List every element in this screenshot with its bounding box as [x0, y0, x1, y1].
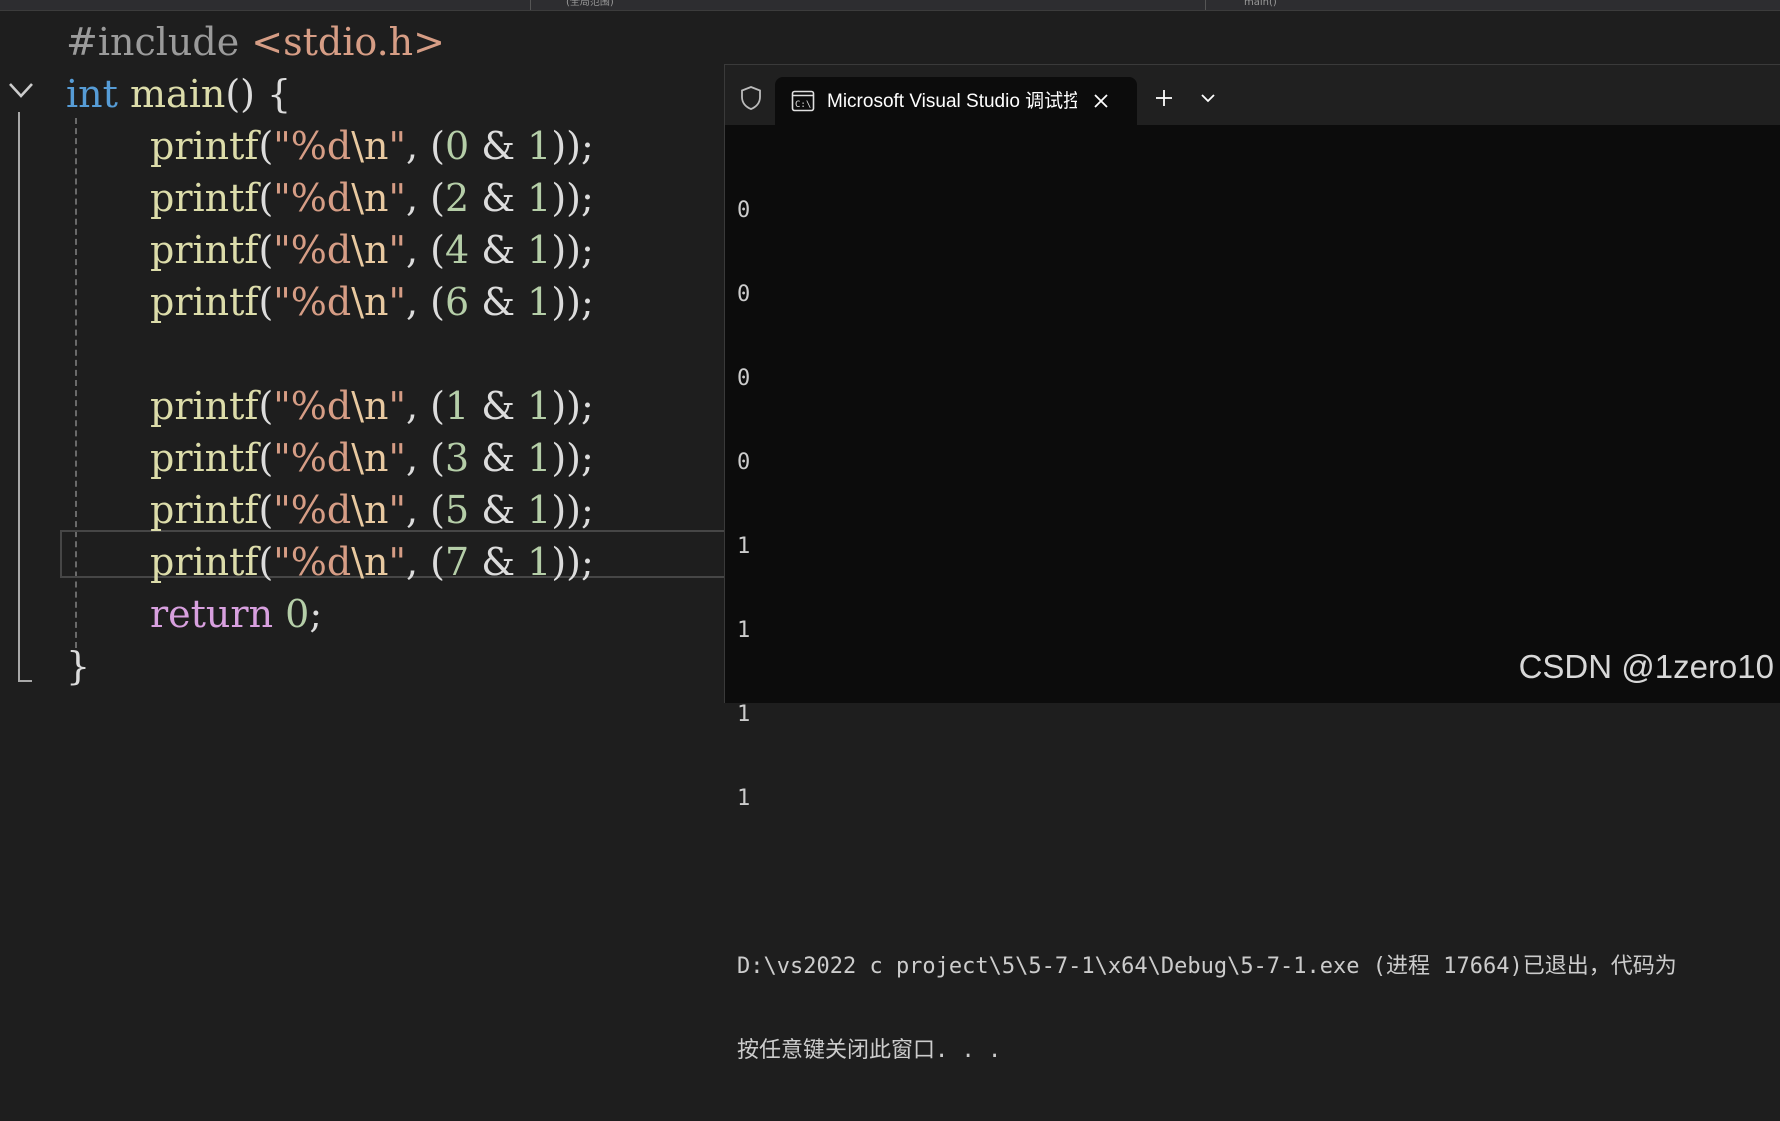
- exit-message: D:\vs2022 c project\5\5-7-1\x64\Debug\5-…: [737, 954, 1677, 979]
- keyword-int: int: [66, 72, 118, 116]
- printf-call: printf: [150, 176, 259, 220]
- output-line: 1: [737, 618, 751, 643]
- semicolon: ;: [309, 592, 323, 636]
- escape-sequence: \n: [351, 124, 389, 168]
- code-line-include: #include <stdio.h>: [66, 16, 445, 68]
- operand-right: 1: [527, 124, 552, 168]
- code-line-main: int main() {: [66, 68, 291, 120]
- output-line: 0: [737, 198, 751, 223]
- format-string: "%d: [273, 176, 352, 220]
- output-line: 0: [737, 450, 751, 475]
- operand-left: 7: [444, 540, 470, 584]
- operand-left: 0: [444, 124, 470, 168]
- format-string-end: ": [388, 280, 406, 324]
- operand-left: 4: [444, 228, 470, 272]
- operand-right: 1: [527, 280, 552, 324]
- main-signature-punctuation: () {: [225, 72, 292, 116]
- operand-left: 6: [444, 280, 470, 324]
- press-key-message: 按任意键关闭此窗口. . .: [737, 1038, 1002, 1063]
- terminal-tab-bar: C:\ Microsoft Visual Studio 调试控制台: [725, 65, 1780, 125]
- fold-guide-end: [18, 680, 32, 682]
- escape-sequence: \n: [351, 488, 389, 532]
- tab-debug-console[interactable]: C:\ Microsoft Visual Studio 调试控制台: [775, 77, 1137, 125]
- output-line: 1: [737, 702, 751, 727]
- fold-chevron-icon[interactable]: [6, 78, 36, 102]
- code-line-printf: printf("%d\n", (4 & 1));: [150, 228, 594, 272]
- format-string: "%d: [273, 488, 352, 532]
- keyword-return: return: [150, 592, 274, 636]
- escape-sequence: \n: [351, 540, 389, 584]
- printf-call: printf: [150, 540, 259, 584]
- printf-call: printf: [150, 488, 259, 532]
- format-string: "%d: [273, 540, 352, 584]
- plus-icon[interactable]: [1153, 87, 1175, 109]
- svg-text:C:\: C:\: [795, 100, 811, 110]
- format-string-end: ": [388, 540, 406, 584]
- escape-sequence: \n: [351, 280, 389, 324]
- watermark: CSDN @1zero10: [1518, 648, 1774, 685]
- operand-right: 1: [527, 488, 552, 532]
- printf-call: printf: [150, 436, 259, 480]
- scope-dropdown[interactable]: (全局范围): [532, 0, 1206, 10]
- operand-right: 1: [527, 436, 552, 480]
- shield-icon: [741, 86, 761, 110]
- include-header: <stdio.h>: [251, 20, 445, 64]
- project-dropdown[interactable]: [0, 0, 531, 10]
- output-line: 0: [737, 282, 751, 307]
- function-name-main: main: [130, 72, 226, 116]
- format-string-end: ": [388, 124, 406, 168]
- printf-call: printf: [150, 280, 259, 324]
- operand-left: 5: [444, 488, 470, 532]
- cmd-icon: C:\: [791, 90, 815, 112]
- operand-left: 2: [444, 176, 470, 220]
- format-string-end: ": [388, 436, 406, 480]
- operand-right: 1: [527, 540, 552, 584]
- debug-console-window[interactable]: C:\ Microsoft Visual Studio 调试控制台 0 0 0 …: [724, 64, 1780, 1063]
- closing-brace: }: [66, 644, 91, 688]
- output-line: 1: [737, 534, 751, 559]
- format-string-end: ": [388, 228, 406, 272]
- preprocessor-directive: #include: [66, 20, 240, 64]
- format-string: "%d: [273, 280, 352, 324]
- format-string-end: ": [388, 488, 406, 532]
- operand-left: 1: [444, 384, 470, 428]
- output-line: 0: [737, 366, 751, 391]
- fold-guide-line: [18, 112, 20, 682]
- printf-call: printf: [150, 124, 259, 168]
- format-string-end: ": [388, 176, 406, 220]
- operand-left: 3: [444, 436, 470, 480]
- printf-call: printf: [150, 384, 259, 428]
- code-line-close-brace: }: [66, 640, 90, 692]
- format-string: "%d: [273, 384, 352, 428]
- tab-title: Microsoft Visual Studio 调试控制台: [827, 91, 1077, 112]
- code-line-printf-current: printf("%d\n", (7 & 1));: [150, 540, 594, 584]
- output-line: 1: [737, 786, 751, 811]
- code-line-printf: printf("%d\n", (2 & 1));: [150, 176, 594, 220]
- format-string-end: ": [388, 384, 406, 428]
- return-value: 0: [285, 592, 310, 636]
- escape-sequence: \n: [351, 176, 389, 220]
- code-line-printf: printf("%d\n", (6 & 1));: [150, 280, 594, 324]
- code-line-printf: printf("%d\n", (5 & 1));: [150, 488, 594, 532]
- close-icon[interactable]: [1091, 91, 1111, 111]
- format-string: "%d: [273, 124, 352, 168]
- escape-sequence: \n: [351, 228, 389, 272]
- printf-call: printf: [150, 228, 259, 272]
- code-line-printf: printf("%d\n", (1 & 1));: [150, 384, 594, 428]
- member-dropdown[interactable]: main(): [1208, 0, 1780, 10]
- escape-sequence: \n: [351, 384, 389, 428]
- format-string: "%d: [273, 436, 352, 480]
- code-line-printf: printf("%d\n", (0 & 1));: [150, 124, 594, 168]
- operand-right: 1: [527, 384, 552, 428]
- console-output: 0 0 0 0 1 1 1 1 D:\vs2022 c project\5\5-…: [737, 141, 1777, 1121]
- navigation-bar: (全局范围) main(): [0, 0, 1780, 11]
- chevron-down-icon[interactable]: [1199, 91, 1217, 105]
- operand-right: 1: [527, 228, 552, 272]
- code-line-printf: printf("%d\n", (3 & 1));: [150, 436, 594, 480]
- format-string: "%d: [273, 228, 352, 272]
- escape-sequence: \n: [351, 436, 389, 480]
- code-line-return: return 0;: [150, 588, 322, 640]
- operand-right: 1: [527, 176, 552, 220]
